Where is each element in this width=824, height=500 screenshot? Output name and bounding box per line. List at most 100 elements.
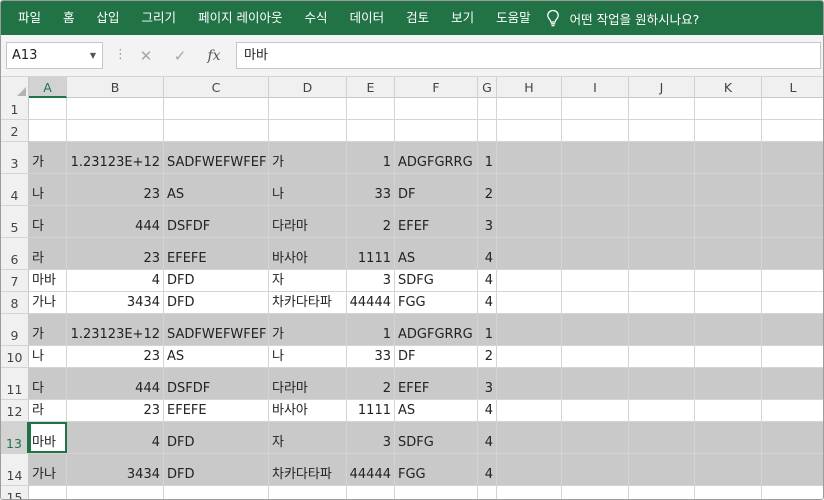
cell-j11[interactable]: [629, 368, 695, 399]
cell-g2[interactable]: [478, 120, 497, 141]
cell-a10[interactable]: 나: [29, 346, 67, 367]
cell-i3[interactable]: [562, 142, 629, 173]
cell-a6[interactable]: 라: [29, 238, 67, 269]
cell-g7[interactable]: 4: [478, 270, 497, 291]
row-header-4[interactable]: 4: [1, 174, 29, 205]
cell-l15[interactable]: [762, 486, 823, 499]
tab-file[interactable]: 파일: [7, 1, 52, 35]
cell-j15[interactable]: [629, 486, 695, 499]
cell-b11[interactable]: 444: [67, 368, 164, 399]
name-box[interactable]: A13 ▼: [6, 42, 103, 69]
row-header-6[interactable]: 6: [1, 238, 29, 269]
cell-i14[interactable]: [562, 454, 629, 485]
cell-h10[interactable]: [497, 346, 562, 367]
cell-i12[interactable]: [562, 400, 629, 421]
column-header-i[interactable]: I: [562, 77, 629, 98]
cell-b10[interactable]: 23: [67, 346, 164, 367]
cell-j10[interactable]: [629, 346, 695, 367]
tell-me-box[interactable]: 어떤 작업을 원하시나요?: [546, 1, 699, 35]
column-header-c[interactable]: C: [164, 77, 269, 98]
cell-l3[interactable]: [762, 142, 823, 173]
cell-g14[interactable]: 4: [478, 454, 497, 485]
cell-c10[interactable]: AS: [164, 346, 269, 367]
cell-k14[interactable]: [695, 454, 762, 485]
cell-g1[interactable]: [478, 98, 497, 119]
cell-k15[interactable]: [695, 486, 762, 499]
column-header-g[interactable]: G: [478, 77, 497, 98]
cell-i5[interactable]: [562, 206, 629, 237]
column-header-f[interactable]: F: [395, 77, 478, 98]
cell-h4[interactable]: [497, 174, 562, 205]
cell-j7[interactable]: [629, 270, 695, 291]
cell-l2[interactable]: [762, 120, 823, 141]
cell-j13[interactable]: [629, 422, 695, 453]
cell-g6[interactable]: 4: [478, 238, 497, 269]
cell-e5[interactable]: 2: [347, 206, 395, 237]
cell-j8[interactable]: [629, 292, 695, 313]
cell-a5[interactable]: 다: [29, 206, 67, 237]
cell-g10[interactable]: 2: [478, 346, 497, 367]
cell-c11[interactable]: DSFDF: [164, 368, 269, 399]
cell-g5[interactable]: 3: [478, 206, 497, 237]
cell-a12[interactable]: 라: [29, 400, 67, 421]
cell-f1[interactable]: [395, 98, 478, 119]
column-header-l[interactable]: L: [762, 77, 823, 98]
cell-k7[interactable]: [695, 270, 762, 291]
cell-l5[interactable]: [762, 206, 823, 237]
cell-c5[interactable]: DSFDF: [164, 206, 269, 237]
cell-l14[interactable]: [762, 454, 823, 485]
tab-insert[interactable]: 삽입: [86, 1, 131, 35]
cell-i11[interactable]: [562, 368, 629, 399]
cell-h1[interactable]: [497, 98, 562, 119]
tab-review[interactable]: 검토: [395, 1, 440, 35]
column-header-j[interactable]: J: [629, 77, 695, 98]
cell-g9[interactable]: 1: [478, 314, 497, 345]
cell-d1[interactable]: [269, 98, 347, 119]
tab-data[interactable]: 데이터: [339, 1, 396, 35]
cell-h9[interactable]: [497, 314, 562, 345]
cell-a9[interactable]: 가: [29, 314, 67, 345]
cell-i4[interactable]: [562, 174, 629, 205]
cell-b15[interactable]: [67, 486, 164, 499]
formula-input[interactable]: 마바: [236, 42, 821, 69]
cell-i15[interactable]: [562, 486, 629, 499]
cell-g13[interactable]: 4: [478, 422, 497, 453]
cell-a2[interactable]: [29, 120, 67, 141]
cell-i8[interactable]: [562, 292, 629, 313]
cell-c15[interactable]: [164, 486, 269, 499]
column-header-e[interactable]: E: [347, 77, 395, 98]
cell-d11[interactable]: 다라마: [269, 368, 347, 399]
cell-e9[interactable]: 1: [347, 314, 395, 345]
cell-f4[interactable]: DF: [395, 174, 478, 205]
cell-i9[interactable]: [562, 314, 629, 345]
cell-b4[interactable]: 23: [67, 174, 164, 205]
cell-h6[interactable]: [497, 238, 562, 269]
row-header-7[interactable]: 7: [1, 270, 29, 291]
cell-d12[interactable]: 바사아: [269, 400, 347, 421]
cell-b5[interactable]: 444: [67, 206, 164, 237]
cell-b9[interactable]: 1.23123E+12: [67, 314, 164, 345]
row-header-3[interactable]: 3: [1, 142, 29, 173]
cell-g11[interactable]: 3: [478, 368, 497, 399]
cell-h3[interactable]: [497, 142, 562, 173]
cell-e13[interactable]: 3: [347, 422, 395, 453]
column-header-d[interactable]: D: [269, 77, 347, 98]
row-header-14[interactable]: 14: [1, 454, 29, 485]
row-header-1[interactable]: 1: [1, 98, 29, 119]
cell-k4[interactable]: [695, 174, 762, 205]
cell-b3[interactable]: 1.23123E+12: [67, 142, 164, 173]
cell-c3[interactable]: SADFWEFWFEF: [164, 142, 269, 173]
cell-c7[interactable]: DFD: [164, 270, 269, 291]
row-header-5[interactable]: 5: [1, 206, 29, 237]
cell-d8[interactable]: 차카다타파: [269, 292, 347, 313]
cell-l11[interactable]: [762, 368, 823, 399]
cell-k9[interactable]: [695, 314, 762, 345]
row-header-11[interactable]: 11: [1, 368, 29, 399]
cell-j14[interactable]: [629, 454, 695, 485]
cell-e2[interactable]: [347, 120, 395, 141]
cell-g12[interactable]: 4: [478, 400, 497, 421]
cell-l13[interactable]: [762, 422, 823, 453]
enter-icon[interactable]: ✓: [168, 44, 192, 68]
cell-l7[interactable]: [762, 270, 823, 291]
cell-l6[interactable]: [762, 238, 823, 269]
